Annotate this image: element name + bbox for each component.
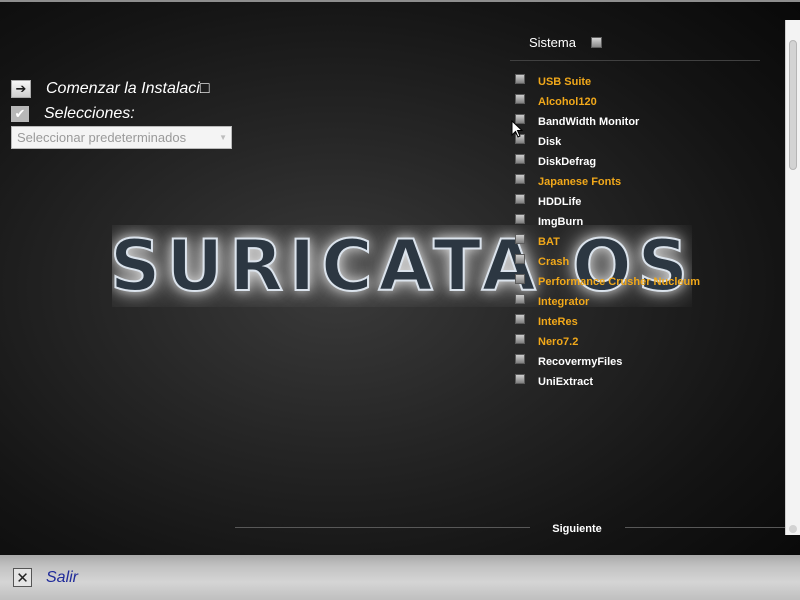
next-divider-left: [235, 527, 530, 528]
item-label: Japanese Fonts: [538, 176, 622, 188]
item-checkbox[interactable]: [515, 374, 525, 384]
item-checkbox[interactable]: [515, 194, 525, 204]
scrollbar-thumb-end: [789, 525, 797, 533]
scrollbar-thumb[interactable]: [789, 40, 797, 170]
list-item[interactable]: Japanese Fonts: [515, 172, 700, 192]
system-section-header: Sistema: [529, 35, 602, 50]
item-checkbox[interactable]: [515, 234, 525, 244]
item-checkbox[interactable]: [515, 94, 525, 104]
vertical-scrollbar[interactable]: [785, 20, 800, 535]
dropdown-arrow-icon: ▼: [219, 133, 227, 142]
list-item[interactable]: UniExtract: [515, 372, 700, 392]
list-item[interactable]: Crash: [515, 252, 700, 272]
list-item[interactable]: BandWidth Monitor: [515, 112, 700, 132]
list-item[interactable]: RecovermyFiles: [515, 352, 700, 372]
item-checkbox[interactable]: [515, 274, 525, 284]
list-item[interactable]: Nero7.2: [515, 332, 700, 352]
list-item[interactable]: Alcohol120: [515, 92, 700, 112]
selections-label: Selecciones:: [44, 105, 135, 122]
item-label: Alcohol120: [538, 96, 597, 108]
item-label: RecovermyFiles: [538, 356, 623, 368]
checkmark-icon: ✔: [11, 106, 29, 122]
item-checkbox[interactable]: [515, 294, 525, 304]
item-label: UniExtract: [538, 376, 594, 388]
item-label: Nero7.2: [538, 336, 579, 348]
item-checkbox[interactable]: [515, 254, 525, 264]
item-checkbox[interactable]: [515, 174, 525, 184]
item-label: ImgBurn: [538, 216, 584, 228]
preset-dropdown-value: Seleccionar predeterminados: [17, 130, 187, 145]
list-item[interactable]: ImgBurn: [515, 212, 700, 232]
item-label: Integrator: [538, 296, 590, 308]
item-checkbox[interactable]: [515, 314, 525, 324]
item-checkbox[interactable]: [515, 354, 525, 364]
close-x-icon: ✕: [13, 568, 32, 587]
selections-row: ✔ Selecciones:: [11, 105, 135, 123]
mouse-cursor-icon: [511, 120, 523, 138]
exit-label: Salir: [46, 568, 79, 586]
start-install-label: Comenzar la Instalaci□: [46, 80, 210, 97]
item-label: HDDLife: [538, 196, 582, 208]
list-item[interactable]: Performance Crusher Nucleum: [515, 272, 700, 292]
item-label: Crash: [538, 256, 570, 268]
list-item[interactable]: HDDLife: [515, 192, 700, 212]
preset-dropdown[interactable]: Seleccionar predeterminados ▼: [11, 126, 232, 149]
item-checkbox[interactable]: [515, 154, 525, 164]
start-install-button[interactable]: ➔ Comenzar la Instalaci□: [11, 80, 210, 98]
item-label: BandWidth Monitor: [538, 116, 640, 128]
item-checkbox[interactable]: [515, 214, 525, 224]
system-select-all-checkbox[interactable]: [590, 37, 602, 48]
item-checkbox[interactable]: [515, 334, 525, 344]
next-button[interactable]: Siguiente: [541, 520, 613, 538]
section-divider: [510, 60, 760, 61]
list-item[interactable]: Integrator: [515, 292, 700, 312]
exit-button[interactable]: ✕ Salir: [13, 568, 78, 587]
item-label: InteRes: [538, 316, 578, 328]
item-label: Performance Crusher Nucleum: [538, 276, 700, 288]
arrow-right-icon: ➔: [11, 80, 31, 98]
item-label: BAT: [538, 236, 560, 248]
list-item[interactable]: Disk: [515, 132, 700, 152]
system-item-list: USB Suite Alcohol120 BandWidth Monitor Disk…: [515, 72, 700, 392]
bottom-bar: [0, 555, 800, 600]
item-label: DiskDefrag: [538, 156, 597, 168]
item-label: USB Suite: [538, 76, 592, 88]
item-label: Disk: [538, 136, 562, 148]
next-divider-right: [625, 527, 785, 528]
top-border: [0, 0, 800, 2]
list-item[interactable]: DiskDefrag: [515, 152, 700, 172]
system-section-title: Sistema: [529, 35, 576, 50]
list-item[interactable]: InteRes: [515, 312, 700, 332]
item-checkbox[interactable]: [515, 74, 525, 84]
installer-screen: ➔ Comenzar la Instalaci□ ✔ Selecciones: …: [0, 0, 800, 600]
list-item[interactable]: BAT: [515, 232, 700, 252]
list-item[interactable]: USB Suite: [515, 72, 700, 92]
